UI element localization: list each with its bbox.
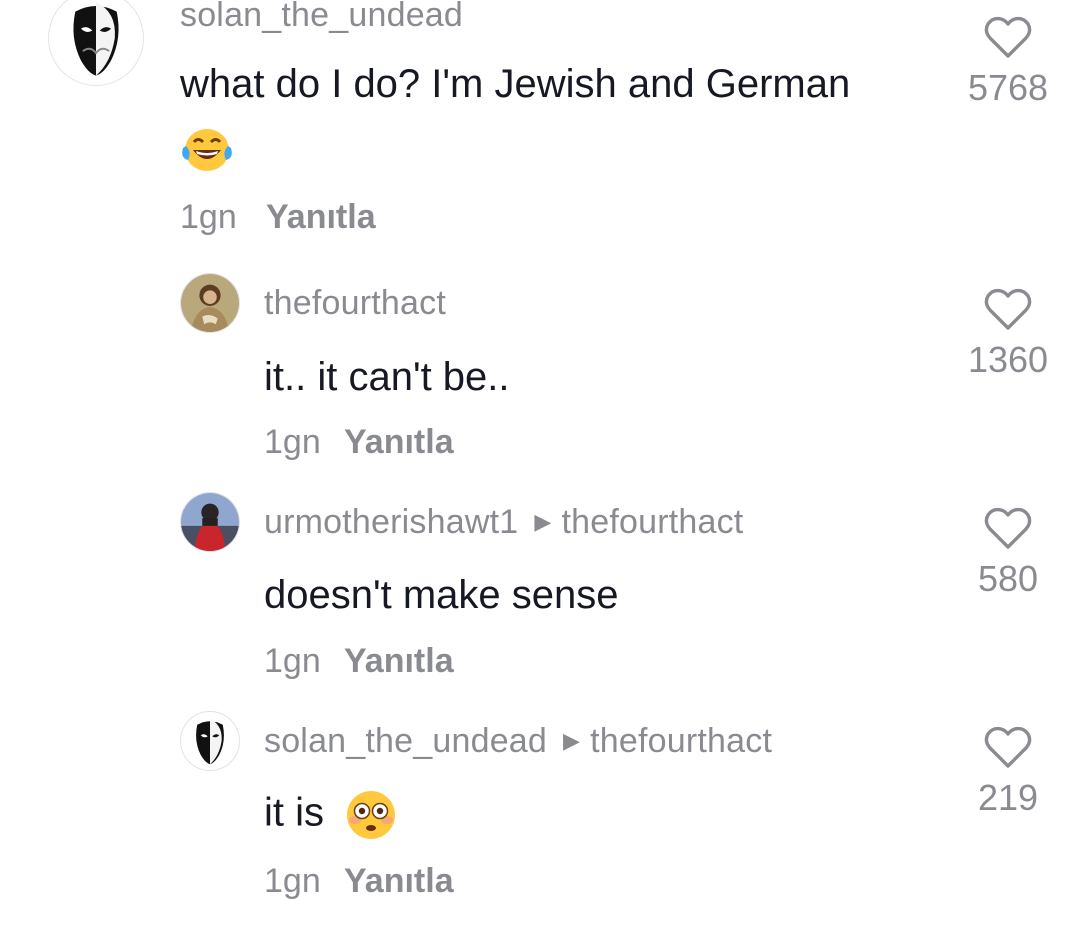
heart-outline-icon — [984, 288, 1032, 330]
reply-button[interactable]: Yanıtla — [266, 198, 376, 237]
heart-outline-icon — [984, 507, 1032, 549]
comment-username[interactable]: solan_the_undead — [180, 0, 463, 35]
reply-to-user[interactable]: thefourthact — [561, 503, 743, 541]
like-count: 1360 — [967, 339, 1049, 380]
comment-time: 1gn — [180, 198, 237, 236]
flushed-emoji-icon — [345, 790, 397, 840]
reply-username[interactable]: thefourthact — [264, 284, 446, 323]
reply-time: 1gn — [264, 423, 321, 461]
heart-outline-icon — [984, 16, 1032, 58]
avatar[interactable] — [180, 711, 240, 771]
like-count: 580 — [977, 558, 1039, 599]
reply-author[interactable]: solan_the_undead — [264, 722, 547, 760]
reply-text: it.. it can't be.. — [264, 355, 510, 399]
reply-text: it is — [264, 790, 397, 840]
reply-author[interactable]: urmotherishawt1 — [264, 503, 518, 541]
reply-time: 1gn — [264, 642, 321, 680]
like-button[interactable] — [983, 505, 1033, 556]
portrait-avatar-icon — [181, 274, 239, 332]
reply-username[interactable]: urmotherishawt1 ▶ thefourthact — [264, 503, 743, 542]
joy-emoji-icon — [180, 124, 234, 174]
reply-text: doesn't make sense — [264, 573, 619, 617]
mask-avatar-icon — [181, 712, 239, 770]
reply-username[interactable]: solan_the_undead ▶ thefourthact — [264, 722, 772, 761]
avatar[interactable] — [180, 273, 240, 333]
reply-text-content: it is — [264, 790, 324, 835]
avatar[interactable] — [180, 492, 240, 552]
caret-right-icon: ▶ — [563, 728, 581, 753]
like-button[interactable] — [983, 724, 1033, 775]
reply-time: 1gn — [264, 862, 321, 900]
like-count: 219 — [977, 777, 1039, 818]
mask-avatar-icon — [49, 0, 143, 85]
reply-button[interactable]: Yanıtla — [344, 642, 454, 681]
comment-text: what do I do? I'm Jewish and German — [180, 62, 851, 106]
avatar[interactable] — [48, 0, 144, 86]
reply-button[interactable]: Yanıtla — [344, 862, 454, 901]
photo-avatar-icon — [181, 493, 239, 551]
heart-outline-icon — [984, 726, 1032, 768]
reply-to-user[interactable]: thefourthact — [590, 722, 772, 760]
like-count: 5768 — [967, 67, 1049, 108]
like-button[interactable] — [983, 14, 1033, 65]
caret-right-icon: ▶ — [534, 509, 552, 534]
like-button[interactable] — [983, 286, 1033, 337]
reply-button[interactable]: Yanıtla — [344, 423, 454, 462]
